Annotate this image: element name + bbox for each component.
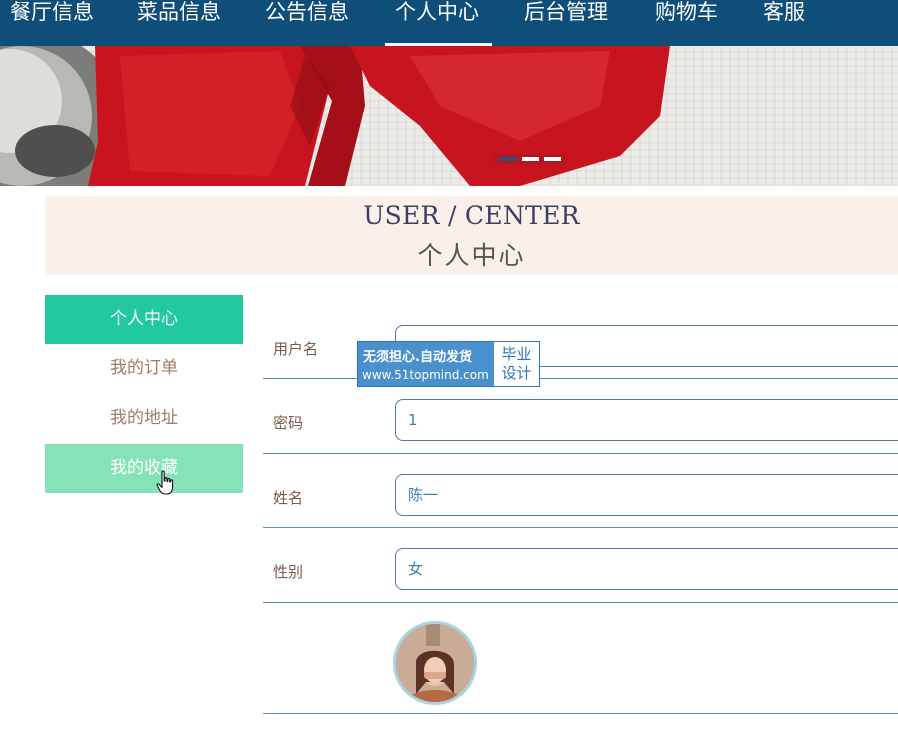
- nav-item-customer-service[interactable]: 客服: [763, 0, 805, 46]
- row-divider: [263, 713, 898, 714]
- hand-pointer-icon: [156, 470, 174, 495]
- side-menu-my-address[interactable]: 我的地址: [45, 394, 243, 443]
- password-field[interactable]: 1: [395, 399, 898, 441]
- watermark-badge: 无须担心.自动发货 www.51topmind.com 毕业 设计: [357, 341, 540, 387]
- section-title-band: USER / CENTER 个人中心: [45, 196, 898, 275]
- username-label: 用户名: [273, 340, 319, 358]
- watermark-text-block: 无须担心.自动发货 www.51topmind.com: [358, 342, 493, 386]
- name-field[interactable]: 陈一: [395, 474, 898, 516]
- side-menu-my-favorites[interactable]: 我的收藏: [45, 444, 243, 493]
- row-divider: [263, 453, 898, 454]
- nav-item-cart[interactable]: 购物车: [655, 0, 718, 46]
- name-label: 姓名: [273, 489, 304, 507]
- password-label: 密码: [273, 414, 304, 432]
- watermark-line1: 无须担心.自动发货: [363, 350, 472, 365]
- nav-item-dish-info[interactable]: 菜品信息: [137, 0, 221, 46]
- avatar[interactable]: [393, 621, 477, 705]
- nav-item-announcements[interactable]: 公告信息: [265, 0, 349, 46]
- top-nav: 餐厅信息 菜品信息 公告信息 个人中心 后台管理 购物车 客服: [0, 0, 898, 46]
- avatar-photo: [396, 624, 474, 702]
- row-divider: [263, 527, 898, 528]
- nav-item-personal-center[interactable]: 个人中心: [395, 0, 479, 46]
- nav-item-admin[interactable]: 后台管理: [524, 0, 608, 46]
- side-menu-personal-center[interactable]: 个人中心: [45, 295, 243, 344]
- watermark-url: www.51topmind.com: [362, 368, 489, 382]
- carousel-dot-1[interactable]: [500, 157, 517, 161]
- page-title-en: USER / CENTER: [363, 201, 580, 230]
- gender-label: 性别: [273, 563, 304, 581]
- side-menu-my-orders[interactable]: 我的订单: [45, 344, 243, 393]
- banner-image: [0, 46, 670, 186]
- carousel-dot-3[interactable]: [544, 157, 561, 161]
- watermark-badge-line2: 设计: [501, 364, 532, 382]
- nav-item-restaurant-info[interactable]: 餐厅信息: [10, 0, 94, 46]
- gender-field[interactable]: 女: [395, 548, 898, 590]
- watermark-badge-line1: 毕业: [501, 345, 532, 363]
- row-divider: [263, 602, 898, 603]
- banner-carousel[interactable]: [0, 46, 898, 186]
- carousel-indicators: [494, 154, 566, 164]
- page-title-zh: 个人中心: [417, 241, 526, 270]
- carousel-dot-2[interactable]: [522, 157, 539, 161]
- watermark-badge-label: 毕业 设计: [494, 342, 539, 386]
